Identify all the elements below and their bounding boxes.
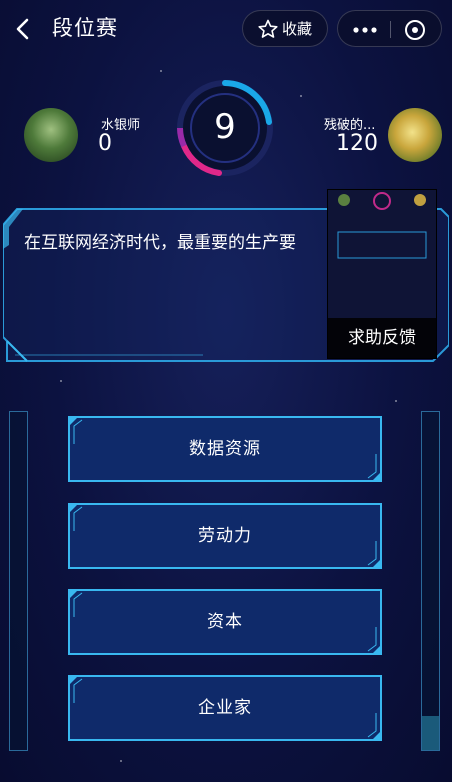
close-target-icon[interactable] bbox=[404, 19, 426, 41]
more-dots-icon[interactable] bbox=[353, 27, 377, 33]
option-label: 数据资源 bbox=[189, 439, 261, 459]
star-dot bbox=[160, 70, 162, 72]
left-player-avatar bbox=[24, 108, 78, 162]
answer-option-1[interactable]: 数据资源 bbox=[68, 416, 382, 482]
miniprogram-capsule bbox=[337, 10, 442, 47]
help-feedback-popup[interactable]: 求助反馈 bbox=[327, 189, 437, 359]
favorite-button[interactable]: 收藏 bbox=[242, 10, 328, 47]
star-icon bbox=[258, 19, 278, 38]
option-label: 资本 bbox=[207, 612, 243, 632]
answer-option-2[interactable]: 劳动力 bbox=[68, 503, 382, 569]
star-dot bbox=[60, 380, 62, 382]
left-player-score: 0 bbox=[98, 131, 112, 156]
screen-preview-thumbnail bbox=[328, 190, 436, 318]
answer-option-3[interactable]: 资本 bbox=[68, 589, 382, 655]
star-dot bbox=[120, 760, 122, 762]
capsule-divider bbox=[390, 21, 391, 38]
question-text: 在互联网经济时代，最重要的生产要 bbox=[24, 233, 296, 253]
favorite-label: 收藏 bbox=[281, 20, 312, 38]
back-arrow-icon[interactable] bbox=[10, 14, 36, 44]
right-progress-bar bbox=[421, 411, 440, 751]
right-player-score: 120 bbox=[336, 131, 378, 156]
answer-option-4[interactable]: 企业家 bbox=[68, 675, 382, 741]
option-label: 企业家 bbox=[198, 698, 252, 718]
right-progress-fill bbox=[422, 716, 439, 750]
help-feedback-label[interactable]: 求助反馈 bbox=[328, 318, 436, 358]
right-player-avatar bbox=[388, 108, 442, 162]
page-title: 段位赛 bbox=[52, 16, 118, 40]
top-navigation-bar: 段位赛 收藏 bbox=[0, 0, 452, 58]
star-dot bbox=[300, 95, 302, 97]
countdown-number: 9 bbox=[214, 107, 236, 147]
left-progress-bar bbox=[9, 411, 28, 751]
option-label: 劳动力 bbox=[198, 526, 252, 546]
star-dot bbox=[395, 400, 397, 402]
